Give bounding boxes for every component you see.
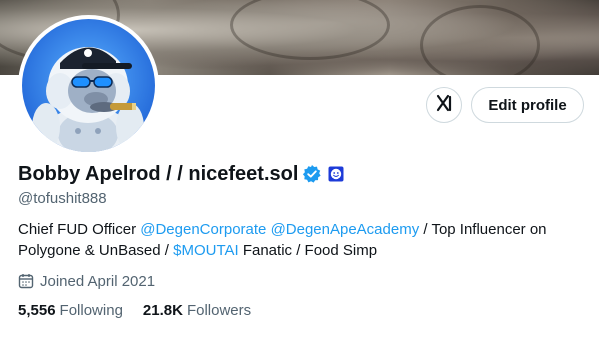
calendar-icon [18,273,34,289]
following-label: Following [59,302,123,319]
following-link[interactable]: 5,556 Following [18,302,123,319]
joined-date: Joined April 2021 [18,271,155,291]
grok-button[interactable] [426,87,462,123]
cashtag-link-moutai[interactable]: $MOUTAI [173,242,239,259]
verified-badge-icon[interactable] [302,164,322,184]
follow-stats: 5,556 Following 21.8K Followers [18,302,271,319]
edit-profile-button[interactable]: Edit profile [471,87,584,123]
bio-text: Fanatic / Food Simp [238,242,378,259]
display-name: Bobby Apelrod / / nicefeet.sol [18,162,299,185]
mention-link-degenapeacademy[interactable]: @DegenApeAcademy [271,221,420,238]
display-name-row: Bobby Apelrod / / nicefeet.sol [18,160,344,188]
joined-text: Joined April 2021 [40,272,156,290]
grok-icon [435,94,453,117]
affiliation-badge-icon[interactable] [328,166,344,182]
bio-text: Chief FUD Officer [18,221,141,238]
followers-label: Followers [186,302,252,319]
mention-link-degencorporate[interactable]: @DegenCorporate [140,221,266,238]
avatar[interactable] [18,15,159,156]
followers-count: 21.8K [142,302,183,319]
following-count: 5,556 [18,302,56,319]
followers-link[interactable]: 21.8K Followers [143,302,251,319]
user-handle: @tofushit888 [18,190,107,207]
ape-avatar-image [22,19,155,152]
profile-bio: Chief FUD Officer @DegenCorporate @Degen… [18,219,588,261]
